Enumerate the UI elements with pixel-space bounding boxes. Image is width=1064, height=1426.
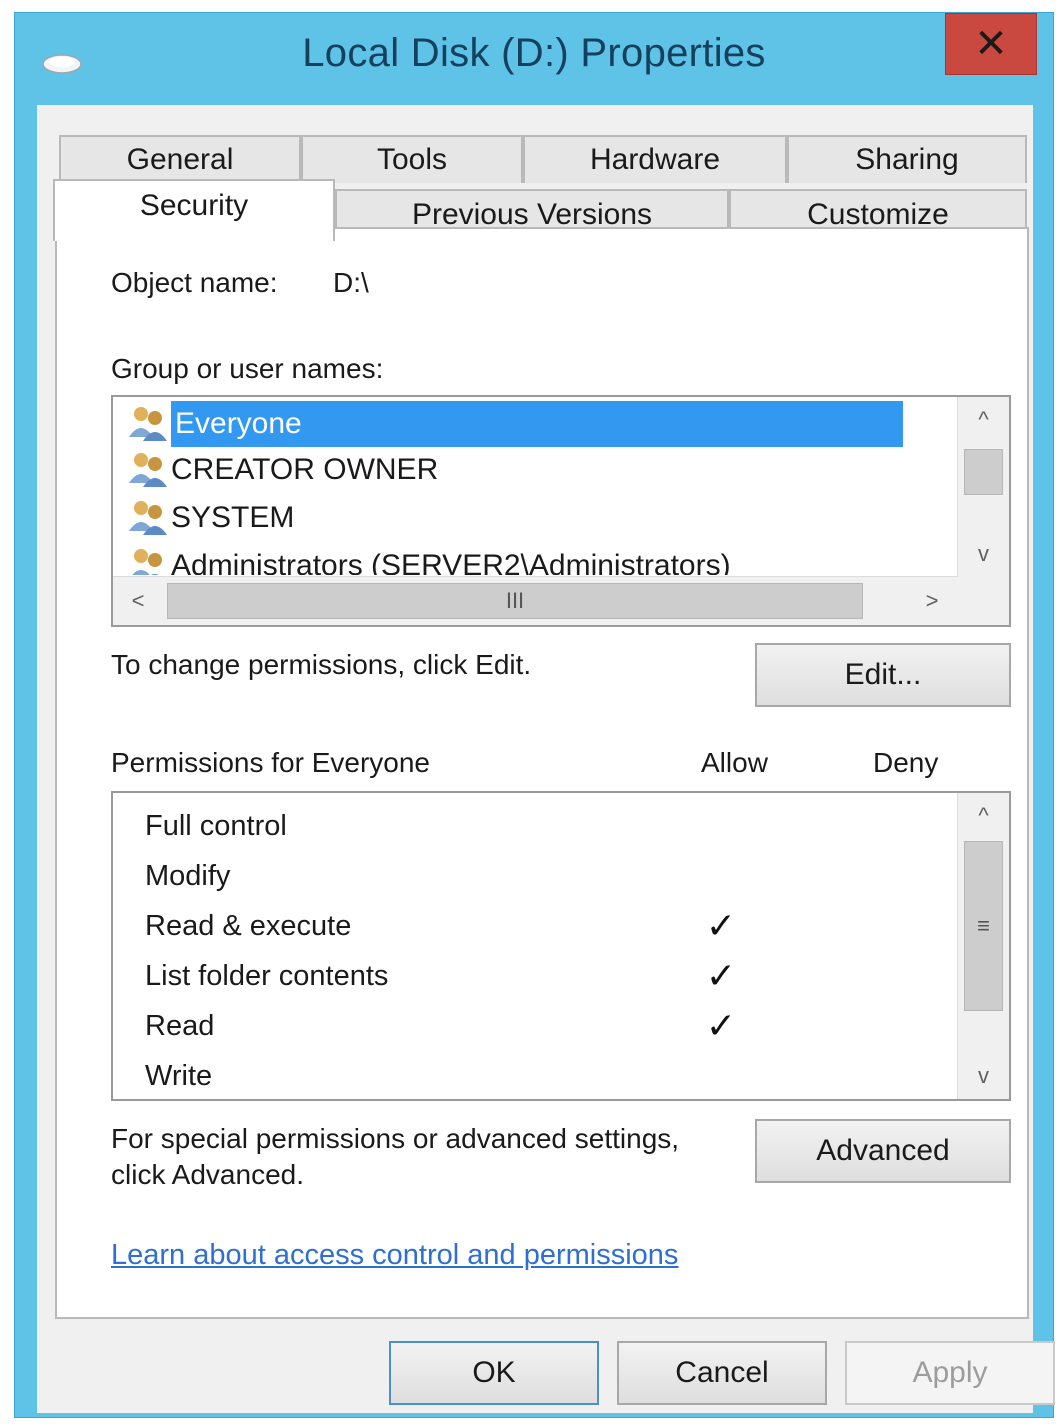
user-list[interactable]: Everyone CREATOR OWNER SYSTEM Administra… [111,395,1011,627]
group-user-names-label: Group or user names: [111,353,384,384]
dialog-client: General Tools Hardware Sharing Security … [37,105,1055,1413]
user-list-hscroll-thumb[interactable]: III [167,583,863,619]
grip-icon: III [505,588,525,613]
user-group-icon [129,407,167,441]
scroll-up-icon[interactable]: ^ [958,793,1009,839]
close-icon: ✕ [974,22,1008,66]
apply-button[interactable]: Apply [845,1341,1055,1405]
allow-check-icon: ✓ [705,905,737,946]
permissions-vscrollbar[interactable]: ^ ≡ v [957,793,1009,1099]
scroll-down-icon[interactable]: v [958,1053,1009,1099]
user-name: SYSTEM [171,501,295,534]
permission-read-execute: Read & execute [145,909,352,942]
user-name: Administrators (SERVER2\Administrators) [171,549,731,575]
tab-label: General [126,143,234,176]
edit-button[interactable]: Edit... [755,643,1011,707]
cancel-button[interactable]: Cancel [617,1341,827,1405]
deny-column-header: Deny [873,747,939,778]
permission-read: Read [145,1009,215,1042]
permission-modify: Modify [145,859,231,892]
tab-label: Sharing [855,143,959,176]
tab-security[interactable]: Security [53,179,335,241]
user-item-system[interactable]: SYSTEM [171,495,903,541]
user-name: CREATOR OWNER [171,453,439,486]
user-item-creator-owner[interactable]: CREATOR OWNER [171,447,903,493]
tab-hardware[interactable]: Hardware [523,135,787,183]
permission-list-folder-contents: List folder contents [145,959,389,992]
allow-check-icon: ✓ [705,955,737,996]
change-permissions-text: To change permissions, click Edit. [111,649,532,680]
learn-access-control-link[interactable]: Learn about access control and permissio… [111,1239,678,1272]
tab-tools[interactable]: Tools [301,135,523,183]
user-group-icon [132,549,162,575]
tab-label: Security [139,189,249,222]
permissions-list[interactable]: Full control Modify Read & execute List … [111,791,1011,1101]
user-item-everyone[interactable]: Everyone [171,401,903,447]
user-list-vscroll-thumb[interactable] [964,449,1003,495]
window-title: Local Disk (D:) Properties [302,31,766,75]
scroll-left-icon[interactable]: < [113,577,163,625]
object-name-label: Object name: [111,267,278,298]
user-name: Everyone [175,407,302,440]
advanced-button[interactable]: Advanced [755,1119,1011,1183]
user-group-icon [129,453,167,487]
scroll-right-icon[interactable]: > [907,577,957,625]
user-list-viewport: Everyone CREATOR OWNER SYSTEM Administra… [113,397,957,575]
tab-label: Hardware [589,143,721,176]
security-tab-panel: Object name: D:\ Group or user names: Ev… [55,227,1029,1319]
permissions-vscroll-thumb[interactable]: ≡ [964,841,1003,1011]
allow-check-icon: ✓ [705,1005,737,1046]
allow-column-header: Allow [701,747,768,778]
title-bar[interactable]: Local Disk (D:) Properties ✕ [15,13,1053,105]
scroll-down-icon[interactable]: v [958,531,1009,577]
user-list-vscrollbar[interactable]: ^ v [957,397,1009,577]
user-group-icon [129,501,167,535]
ok-button[interactable]: OK [389,1341,599,1405]
user-item-administrators[interactable]: Administrators (SERVER2\Administrators) [171,543,957,575]
grip-icon: ≡ [977,913,990,938]
user-list-hscrollbar[interactable]: < III > [113,576,957,625]
special-permissions-text-line1: For special permissions or advanced sett… [111,1123,680,1154]
special-permissions-text-line2: click Advanced. [111,1159,304,1190]
object-name-value: D:\ [333,267,369,298]
permissions-for-label: Permissions for Everyone [111,747,431,778]
permission-full-control: Full control [145,809,287,842]
scroll-up-icon[interactable]: ^ [958,397,1009,443]
properties-window: Local Disk (D:) Properties ✕ General Too… [14,12,1055,1418]
tab-general[interactable]: General [59,135,301,183]
scroll-corner [957,577,1009,625]
tab-label: Tools [376,143,448,176]
permission-write: Write [145,1059,213,1092]
close-button[interactable]: ✕ [945,13,1037,75]
tab-sharing[interactable]: Sharing [787,135,1027,183]
